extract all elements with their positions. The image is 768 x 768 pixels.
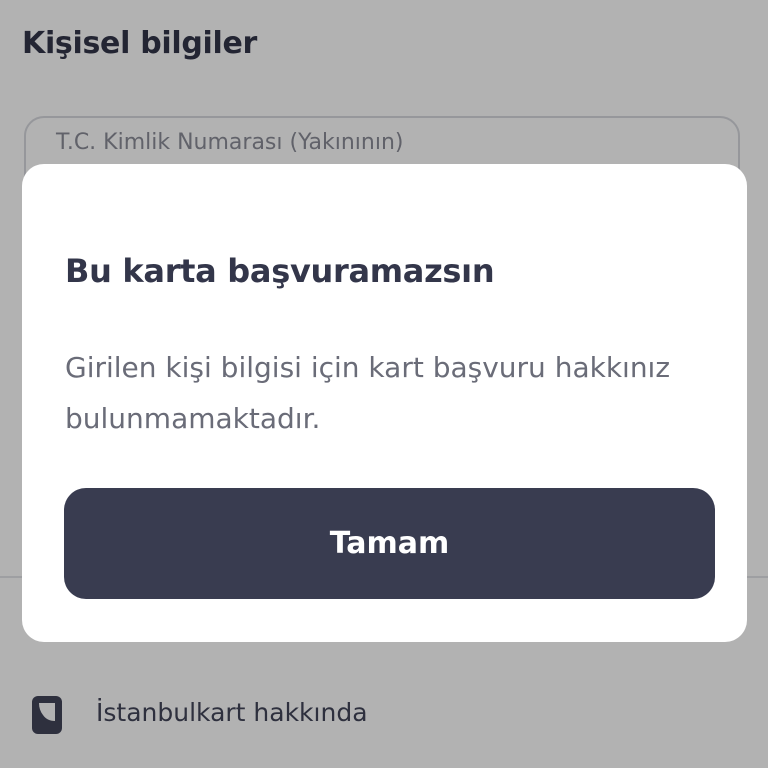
dialog-title: Bu karta başvuramazsın <box>65 252 495 290</box>
alert-dialog: Bu karta başvuramazsın Girilen kişi bilg… <box>22 164 747 642</box>
screen: Kişisel bilgiler T.C. Kimlik Numarası (Y… <box>0 0 768 768</box>
dialog-message: Girilen kişi bilgisi için kart başvuru h… <box>65 351 671 435</box>
ok-button[interactable]: Tamam <box>64 488 715 599</box>
